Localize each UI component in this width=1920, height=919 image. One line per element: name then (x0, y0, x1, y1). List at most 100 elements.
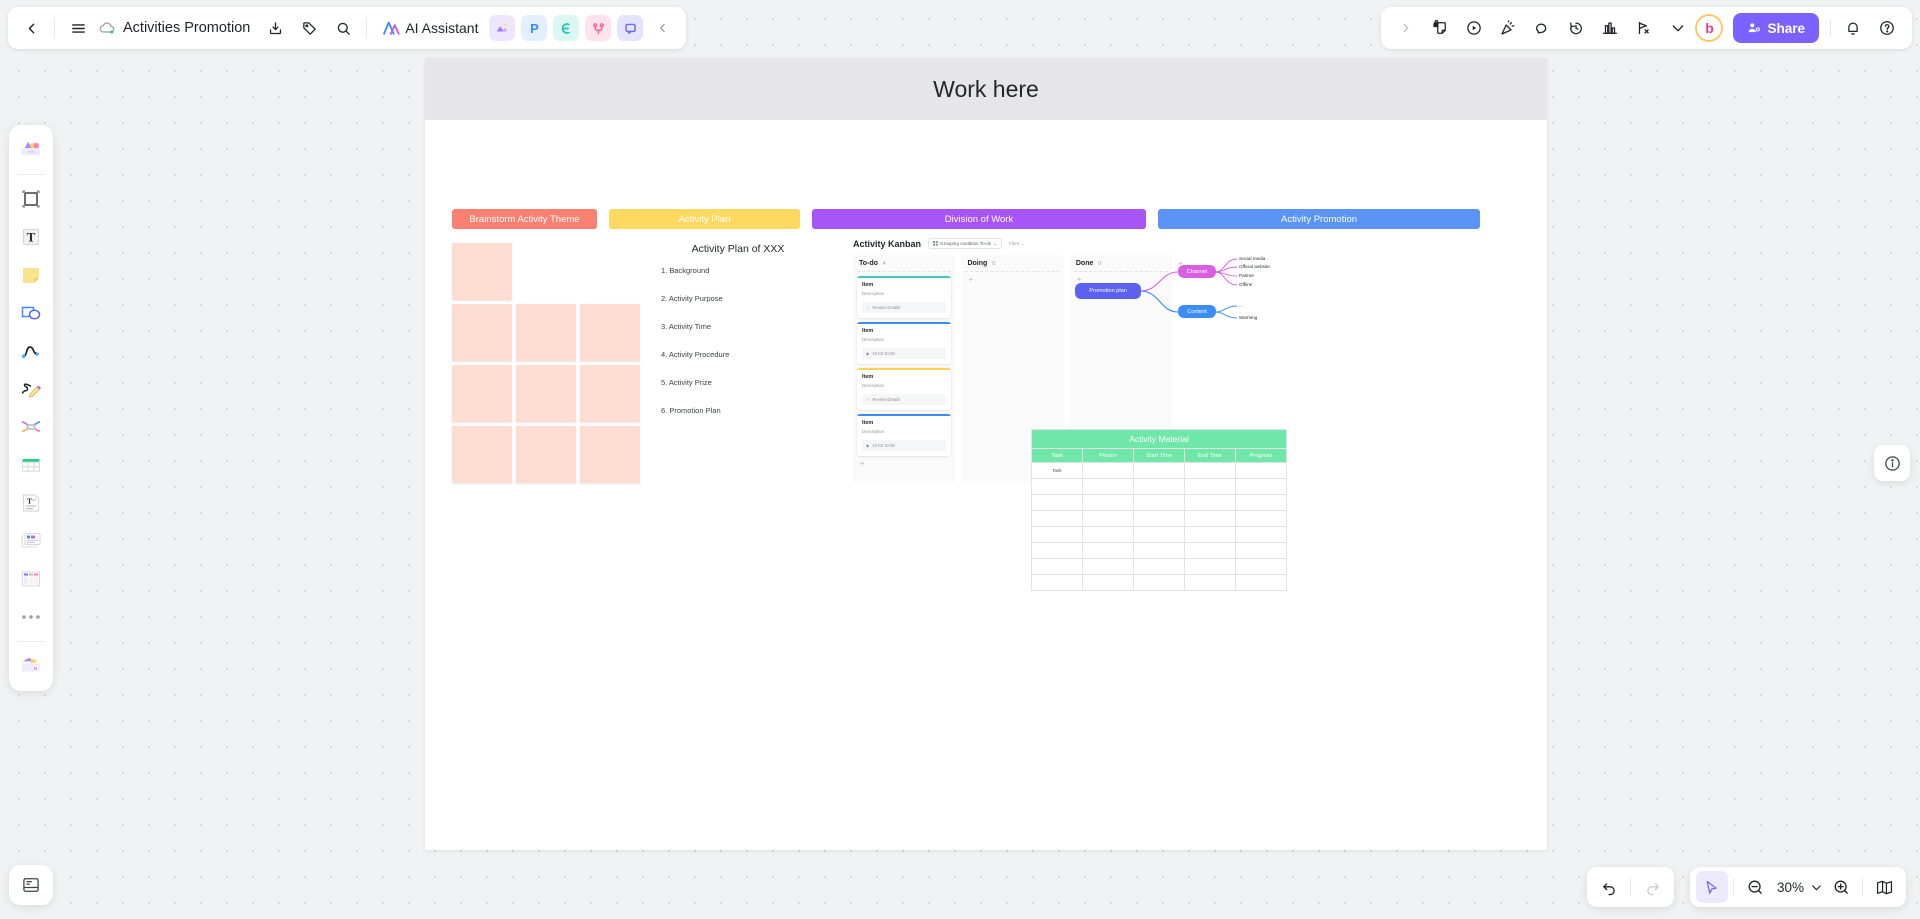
table-cell[interactable] (1235, 558, 1286, 574)
info-button[interactable] (1874, 445, 1910, 481)
table-cell[interactable] (1032, 478, 1082, 494)
lock-note-icon[interactable] (1423, 11, 1457, 45)
mindmap-branch-content[interactable]: Content (1178, 305, 1216, 318)
table-cell[interactable] (1032, 558, 1082, 574)
table-cell[interactable] (1235, 574, 1286, 590)
card-date-chip[interactable]: ◆ 10-03 10-05 (862, 348, 947, 359)
expand-right-icon[interactable] (1389, 11, 1423, 45)
avatar[interactable]: b (1695, 14, 1724, 42)
tag-icon[interactable] (292, 11, 326, 45)
zoom-dropdown-icon[interactable] (1807, 871, 1825, 903)
redo-button[interactable] (1636, 871, 1668, 903)
presentation-app-chip[interactable]: P (521, 15, 548, 41)
tool-mindmap[interactable] (13, 409, 49, 445)
tool-kanban[interactable] (13, 561, 49, 597)
table-cell[interactable] (1082, 478, 1133, 494)
mindmap-leaf[interactable]: Partner (1239, 273, 1254, 278)
kanban-card[interactable]: Item Description ◆ 10-03 10-05 (857, 414, 952, 456)
tool-table[interactable] (13, 447, 49, 483)
document-title-group[interactable]: Activities Promotion (95, 20, 258, 36)
table-cell[interactable] (1133, 494, 1184, 510)
tool-shape[interactable] (13, 295, 49, 331)
table-cell[interactable] (1082, 574, 1133, 590)
kanban-card[interactable]: Item Description ✓ Review Details (857, 368, 952, 410)
download-icon[interactable] (258, 11, 292, 45)
undo-button[interactable] (1593, 871, 1625, 903)
zoom-level[interactable]: 30% (1771, 880, 1807, 895)
table-cell[interactable] (1133, 462, 1184, 478)
sticky-note[interactable] (452, 243, 512, 300)
sticky-note[interactable] (516, 365, 576, 422)
table-cell[interactable] (1082, 542, 1133, 558)
activity-material-table[interactable]: Activity Material Task Person Start Time… (1031, 429, 1287, 591)
table-cell[interactable] (1235, 542, 1286, 558)
table-cell[interactable] (1133, 478, 1184, 494)
search-icon[interactable] (326, 11, 360, 45)
sticky-note[interactable] (580, 304, 640, 361)
tool-document[interactable]: T (13, 485, 49, 521)
tool-more[interactable] (13, 599, 49, 635)
table-cell[interactable] (1032, 510, 1082, 526)
band-activity-promotion[interactable]: Activity Promotion (1158, 209, 1480, 229)
table-cell[interactable] (1184, 526, 1235, 542)
table-cell[interactable] (1184, 574, 1235, 590)
bell-icon[interactable] (1836, 11, 1870, 45)
sticky-note[interactable] (452, 426, 512, 483)
table-cell[interactable] (1184, 494, 1235, 510)
table-row[interactable] (1032, 526, 1286, 542)
play-circle-icon[interactable] (1457, 11, 1491, 45)
mindmap-leaf[interactable]: Offline (1239, 282, 1252, 287)
table-cell[interactable] (1184, 558, 1235, 574)
menu-icon[interactable] (61, 11, 95, 45)
table-row[interactable] (1032, 574, 1286, 590)
table-cell[interactable] (1184, 462, 1235, 478)
pointer-path-icon[interactable] (1627, 11, 1661, 45)
table-cell[interactable] (1032, 526, 1082, 542)
card-subtask-chip[interactable]: ✓ Review Details (862, 302, 947, 313)
kanban-column-to-do[interactable]: To-do 4 Item Description ✓ Review Detail… (853, 255, 956, 483)
select-pointer-tool[interactable] (1695, 871, 1728, 903)
kanban-filter-button[interactable]: Filter ⌄ (1009, 241, 1024, 247)
sticky-note[interactable] (580, 365, 640, 422)
zoom-out-button[interactable] (1739, 871, 1771, 903)
minimap-button[interactable] (1868, 871, 1900, 903)
chart-icon[interactable] (1593, 11, 1627, 45)
kanban-card[interactable]: Item Description ✓ Review Details (857, 276, 952, 318)
table-cell[interactable] (1184, 478, 1235, 494)
tool-sticker-box[interactable] (13, 132, 49, 168)
table-cell[interactable] (1032, 574, 1082, 590)
back-icon[interactable] (14, 11, 48, 45)
table-cell[interactable] (1235, 494, 1286, 510)
table-row[interactable] (1032, 510, 1286, 526)
table-cell[interactable] (1235, 462, 1286, 478)
celebrate-icon[interactable] (1491, 11, 1525, 45)
sticky-note[interactable] (452, 304, 512, 361)
help-icon[interactable] (1870, 11, 1904, 45)
table-cell[interactable] (1184, 510, 1235, 526)
tool-connector[interactable] (13, 333, 49, 369)
table-cell[interactable] (1184, 542, 1235, 558)
tool-pen[interactable] (13, 371, 49, 407)
collapse-left-icon[interactable] (646, 11, 680, 45)
mindmap-leaf[interactable]: Official website (1239, 264, 1270, 269)
table-cell[interactable]: Task (1032, 462, 1082, 478)
table-row[interactable]: Task (1032, 462, 1286, 478)
mindmap-root-node[interactable]: Promotion plan (1075, 283, 1141, 299)
mindmap-leaf[interactable]: Social media (1239, 256, 1265, 261)
mindmap-branch-channel[interactable]: Channel (1178, 265, 1216, 278)
share-button[interactable]: Share (1733, 13, 1819, 43)
table-cell[interactable] (1133, 526, 1184, 542)
board-page[interactable]: Work here Brainstorm Activity Theme Acti… (425, 58, 1547, 850)
card-subtask-chip[interactable]: ✓ Review Details (862, 394, 947, 405)
mindmap-app-chip[interactable] (553, 15, 580, 41)
table-cell[interactable] (1133, 558, 1184, 574)
band-division-of-work[interactable]: Division of Work (812, 209, 1146, 229)
kanban-grouping-chip[interactable]: Grouping condition To-do ⌄ (928, 238, 1003, 249)
sticky-note[interactable] (516, 426, 576, 483)
table-cell[interactable] (1032, 494, 1082, 510)
activity-plan-doc[interactable]: Activity Plan of XXX 1. Background 2. Ac… (643, 243, 833, 434)
sticky-note[interactable] (516, 304, 576, 361)
add-card-button[interactable]: + (857, 456, 951, 468)
chevron-down-icon[interactable] (1661, 11, 1695, 45)
tool-frame[interactable] (13, 181, 49, 217)
